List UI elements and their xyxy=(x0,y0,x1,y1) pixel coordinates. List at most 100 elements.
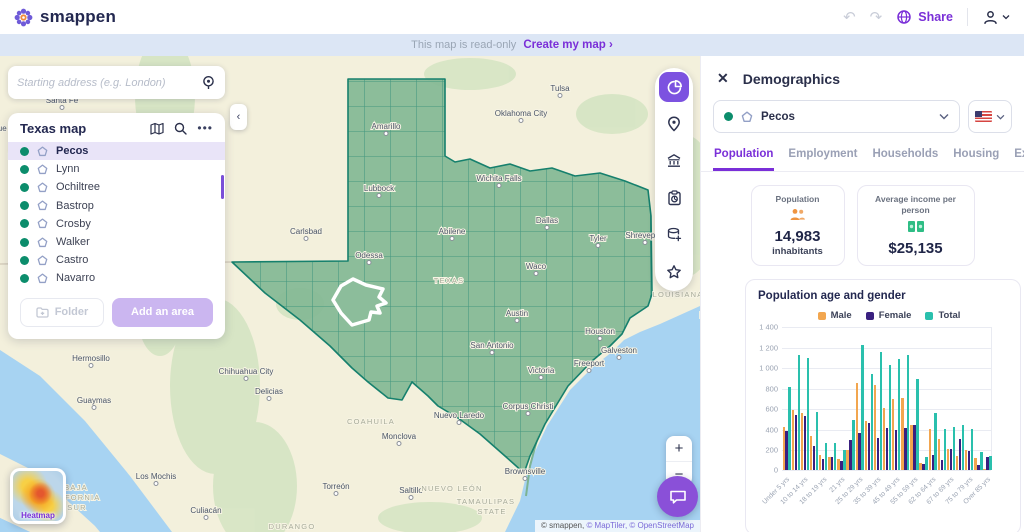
tool-report-button[interactable] xyxy=(659,183,689,213)
user-icon xyxy=(984,10,997,24)
share-label: Share xyxy=(918,10,953,24)
pin-icon xyxy=(668,116,680,132)
bank-icon xyxy=(667,154,681,167)
bar-total xyxy=(870,373,873,471)
tool-favorites-button[interactable] xyxy=(659,257,689,287)
map-label: Odessa xyxy=(355,251,383,260)
area-row-pecos[interactable]: Pecos xyxy=(8,142,225,161)
bar-total xyxy=(989,456,992,471)
locate-pin-icon[interactable] xyxy=(201,75,216,90)
attribution-link[interactable]: © MapTiler, xyxy=(584,521,627,530)
stat-label: Population xyxy=(775,194,820,204)
folder-button[interactable]: Folder xyxy=(20,297,104,327)
add-area-button[interactable]: Add an area xyxy=(112,297,213,327)
money-icon xyxy=(907,220,924,232)
area-row-navarro[interactable]: Navarro xyxy=(8,269,225,287)
sidebar-scrollbar[interactable] xyxy=(221,175,224,199)
map-label: Albuquerque xyxy=(0,124,7,133)
bar-total xyxy=(907,355,910,471)
map-icon[interactable] xyxy=(150,122,164,135)
area-color-dot xyxy=(20,201,29,211)
tab-export[interactable]: Export xyxy=(1013,148,1024,171)
area-color-dot xyxy=(20,255,29,265)
chat-button[interactable] xyxy=(657,476,698,517)
legend-item-female: Female xyxy=(865,310,911,321)
zoom-in-button[interactable]: + xyxy=(666,436,692,461)
map-label: Torreón xyxy=(322,482,349,491)
tool-locations-button[interactable] xyxy=(659,109,689,139)
area-row-castro[interactable]: Castro xyxy=(8,251,225,269)
y-tick-label: 600 xyxy=(765,404,778,414)
map-label: TAMAULIPAS xyxy=(457,497,515,506)
area-selector[interactable]: Pecos xyxy=(713,100,960,133)
polygon-icon xyxy=(37,146,48,156)
area-name: Crosby xyxy=(56,217,91,230)
speech-bubble-icon xyxy=(669,490,686,504)
heatmap-toggle[interactable]: Heatmap xyxy=(10,468,66,524)
map-label: Dallas xyxy=(536,216,558,225)
area-row-walker[interactable]: Walker xyxy=(8,233,225,251)
demographics-panel: ✕ Demographics Pecos Population Employmen… xyxy=(700,56,1024,532)
map-label: BAJA xyxy=(64,483,88,492)
tab-housing[interactable]: Housing xyxy=(952,148,1000,171)
chevron-down-icon xyxy=(939,114,949,120)
tab-population[interactable]: Population xyxy=(713,148,775,171)
bar-total xyxy=(943,428,946,471)
bar-total xyxy=(852,419,855,471)
chart-card: Population age and gender Male Female Tota… xyxy=(745,279,1021,532)
map-label: Wichita Falls xyxy=(476,174,521,183)
area-row-lynn[interactable]: Lynn xyxy=(8,160,225,178)
tool-demographics-button[interactable] xyxy=(659,72,689,102)
map-label: Houston xyxy=(585,327,615,336)
map-label: Culiacán xyxy=(190,506,221,515)
more-options-icon[interactable]: ••• xyxy=(197,122,213,134)
map-label: Abilene xyxy=(439,227,466,236)
y-tick-label: 1 200 xyxy=(759,343,778,353)
areas-panel: Texas map ••• Pecos Lynn Ochiltree Bastrop C… xyxy=(8,113,225,339)
area-row-ochiltree[interactable]: Ochiltree xyxy=(8,178,225,196)
map-label: Corpus Christi xyxy=(503,402,554,411)
country-selector[interactable] xyxy=(968,100,1012,133)
account-menu-button[interactable] xyxy=(982,9,1010,26)
map-canvas[interactable]: Santa FeAlbuquerqueNEW MEXICOTulsaOklaho… xyxy=(0,56,700,532)
area-row-bastrop[interactable]: Bastrop xyxy=(8,197,225,215)
map-label: Nuevo Laredo xyxy=(434,411,485,420)
panel-title: Demographics xyxy=(742,70,840,87)
area-row-crosby[interactable]: Crosby xyxy=(8,215,225,233)
area-color-dot xyxy=(20,273,29,283)
tool-pois-button[interactable] xyxy=(659,146,689,176)
top-bar: smappen ↶ ↷ Share xyxy=(0,0,1024,34)
folder-plus-icon xyxy=(36,306,49,318)
tab-employment[interactable]: Employment xyxy=(787,148,858,171)
stats-row: Population 14,983 inhabitants Average incom… xyxy=(713,185,1012,267)
attribution-link[interactable]: © OpenStreetMap xyxy=(627,521,694,530)
tool-data-button[interactable] xyxy=(659,220,689,250)
bar-total xyxy=(934,413,937,471)
stat-value: $25,135 xyxy=(888,239,943,257)
map-label: San Antonio xyxy=(470,341,514,350)
undo-icon[interactable]: ↶ xyxy=(843,10,856,25)
chart-x-axis: Under 5 yrs 10 to 14 yrs 18 to 19 yrs 21 yr… xyxy=(758,470,1008,522)
globe-icon xyxy=(897,10,911,24)
map-label: Galveston xyxy=(601,346,637,355)
map-label: Los Mochis xyxy=(136,472,176,481)
map-label: Freeport xyxy=(574,359,605,368)
bar-total xyxy=(815,412,819,471)
tab-households[interactable]: Households xyxy=(871,148,939,171)
create-my-map-link[interactable]: Create my map › xyxy=(523,39,613,51)
area-name: Navarro xyxy=(56,272,96,285)
brand-logo[interactable]: smappen xyxy=(14,7,116,27)
search-input[interactable] xyxy=(17,76,201,89)
close-icon[interactable]: ✕ xyxy=(717,70,729,87)
panel-collapse-button[interactable]: ‹ xyxy=(230,104,247,130)
y-tick-label: 1 000 xyxy=(759,363,778,373)
bar-total xyxy=(897,358,901,471)
stat-card: Population 14,983 inhabitants xyxy=(750,185,845,267)
bar-total xyxy=(971,429,974,471)
area-name: Pecos xyxy=(56,145,89,158)
redo-icon[interactable]: ↷ xyxy=(870,10,883,25)
bar-total xyxy=(916,378,919,471)
search-icon[interactable] xyxy=(174,122,188,135)
y-tick-label: 200 xyxy=(765,445,778,455)
share-button[interactable]: Share xyxy=(896,9,953,25)
